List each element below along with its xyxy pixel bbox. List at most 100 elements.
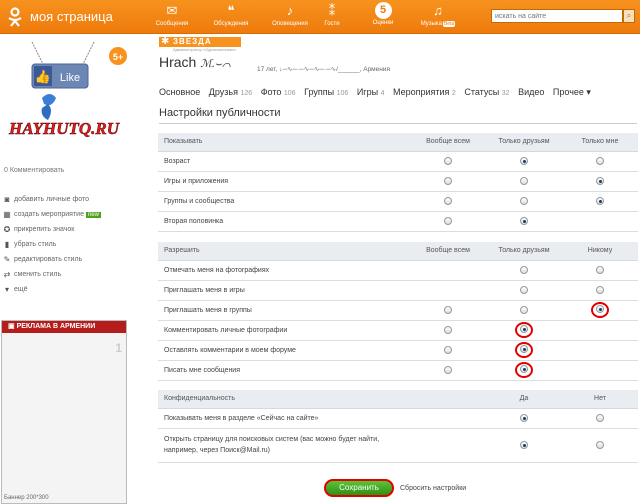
radio-option[interactable] xyxy=(444,366,452,374)
radio-cell xyxy=(562,300,638,321)
signature-icon: ℳ.⌣⌒ xyxy=(200,58,231,70)
radio-cell xyxy=(410,360,486,381)
radio-cell xyxy=(486,191,562,212)
column-header: Конфиденциальность xyxy=(158,390,410,409)
highlight-circle xyxy=(515,322,533,338)
radio-option[interactable] xyxy=(444,157,452,165)
table-row: Писать мне сообщения xyxy=(158,360,638,381)
discussion-icon: ❝ xyxy=(227,3,235,18)
table-row: Приглашать меня в игры xyxy=(158,280,638,301)
radio-option[interactable] xyxy=(596,441,604,449)
svg-text:HAYHUTQ.RU: HAYHUTQ.RU xyxy=(8,119,120,138)
radio-cell xyxy=(562,340,638,361)
radio-selected[interactable] xyxy=(520,441,528,449)
table-row: Оставлять комментарии в моем форуме xyxy=(158,340,638,361)
sidebar-item-edit-style[interactable]: ✎ редактировать стиль xyxy=(2,252,128,267)
allow-settings-table: Разрешить Вообще всем Только друзьям Никому… xyxy=(158,242,638,381)
column-header xyxy=(410,390,486,409)
radio-option[interactable] xyxy=(520,177,528,185)
tab-more[interactable]: Прочее ▾ xyxy=(553,87,591,97)
radio-cell xyxy=(410,260,486,281)
table-row: Показывать меня в разделе «Сейчас на сай… xyxy=(158,408,638,429)
nav-notifications[interactable]: ♪ Оповещения xyxy=(268,2,312,27)
radio-option[interactable] xyxy=(444,326,452,334)
odnoklassniki-logo-icon[interactable] xyxy=(6,7,24,27)
tab-photos[interactable]: Фото 106 xyxy=(261,87,296,97)
table-row: Отмечать меня на фотографиях xyxy=(158,260,638,281)
radio-cell xyxy=(410,171,486,192)
search-input[interactable] xyxy=(491,9,623,23)
tab-groups[interactable]: Группы 106 xyxy=(304,87,348,97)
reset-settings-link[interactable]: Сбросить настройки xyxy=(400,485,466,492)
radio-option[interactable] xyxy=(444,306,452,314)
tab-video[interactable]: Видео xyxy=(518,87,544,97)
radio-option[interactable] xyxy=(596,414,604,422)
radio-selected[interactable] xyxy=(596,305,604,314)
tab-friends[interactable]: Друзья 126 xyxy=(209,87,252,97)
beta-badge: Beta xyxy=(442,21,456,27)
nav-discussions[interactable]: ❝ Обсуждения xyxy=(209,2,253,27)
radio-selected[interactable] xyxy=(520,414,528,422)
table-row: Группы и сообщества xyxy=(158,191,638,212)
tab-events[interactable]: Мероприятия 2 xyxy=(393,87,456,97)
avatar[interactable]: 👍 Like 5+ HAYHUTQ.RU xyxy=(2,38,128,158)
top-bar: моя страница ✉ Сообщения ❝ Обсуждения ♪ … xyxy=(0,0,640,34)
tab-statuses[interactable]: Статусы 32 xyxy=(464,87,509,97)
table-row: Игры и приложения xyxy=(158,171,638,192)
table-header-row: Конфиденциальность Да Нет xyxy=(158,390,638,409)
table-row: Приглашать меня в группы xyxy=(158,300,638,321)
table-row: Открыть страницу для поисковых систем (в… xyxy=(158,428,638,463)
sidebar-item-attach-badge[interactable]: ✪ прикрепить значок xyxy=(2,222,128,237)
sidebar-item-more[interactable]: ▾ ещё xyxy=(2,282,128,297)
save-button[interactable]: Сохранить xyxy=(324,479,394,497)
radio-option[interactable] xyxy=(444,346,452,354)
radio-selected[interactable] xyxy=(596,177,604,185)
radio-selected[interactable] xyxy=(520,217,528,225)
radio-selected[interactable] xyxy=(596,197,604,205)
sidebar-item-create-event[interactable]: ▦ создать мероприятие new xyxy=(2,207,128,222)
radio-cell xyxy=(562,280,638,301)
profile-info: 17 лет, ↓─∿─·─∿─∿─·─∿/______, Армения xyxy=(257,66,390,73)
search-button[interactable]: ⌕ xyxy=(623,9,635,23)
sidebar-item-add-photos[interactable]: ◙ добавить личные фото xyxy=(2,192,128,207)
radio-selected[interactable] xyxy=(520,365,528,374)
tab-main[interactable]: Основное xyxy=(159,87,200,97)
nav-music[interactable]: ♫ Музыка Beta xyxy=(412,2,464,27)
nav-ratings[interactable]: 5 Оценки xyxy=(361,2,405,26)
nav-guests[interactable]: ⁑ Гости xyxy=(310,2,354,27)
column-header: Только мне xyxy=(562,133,638,152)
column-header: Только друзьям xyxy=(486,133,562,152)
radio-cell xyxy=(562,360,638,381)
main-content: ЗВЕЗДА Администратор «Одноклассники» ✱ H… xyxy=(158,36,638,504)
privacy-settings-table: Конфиденциальность Да Нет Показывать меня в… xyxy=(158,390,638,463)
radio-option[interactable] xyxy=(520,197,528,205)
sidebar-item-remove-style[interactable]: ▮ убрать стиль xyxy=(2,237,128,252)
site-name-link[interactable]: моя страница xyxy=(30,9,113,24)
nav-label: Гости xyxy=(324,21,340,27)
row-label: Отмечать меня на фотографиях xyxy=(158,260,410,281)
sidebar-item-change-style[interactable]: ⇄ сменить стиль xyxy=(2,267,128,282)
row-label: Возраст xyxy=(158,151,410,172)
radio-option[interactable] xyxy=(520,266,528,274)
radio-option[interactable] xyxy=(520,306,528,314)
comment-link[interactable]: 0 Комментировать xyxy=(4,167,64,174)
radio-option[interactable] xyxy=(444,217,452,225)
ad-number: 1 xyxy=(115,341,122,355)
radio-selected[interactable] xyxy=(520,345,528,354)
radio-option[interactable] xyxy=(596,157,604,165)
radio-option[interactable] xyxy=(444,197,452,205)
radio-option[interactable] xyxy=(520,286,528,294)
row-label: Комментировать личные фотографии xyxy=(158,320,410,341)
highlight-circle xyxy=(591,302,609,318)
star-badge[interactable]: ЗВЕЗДА Администратор «Одноклассники» ✱ xyxy=(159,36,241,52)
radio-cell xyxy=(410,151,486,172)
radio-selected[interactable] xyxy=(520,157,528,165)
radio-cell xyxy=(410,428,486,463)
radio-option[interactable] xyxy=(596,266,604,274)
radio-option[interactable] xyxy=(596,286,604,294)
ad-box[interactable]: ▣ РЕКЛАМА В АРМЕНИИ 1 Баннер 200*300 xyxy=(1,320,127,504)
radio-option[interactable] xyxy=(444,177,452,185)
radio-selected[interactable] xyxy=(520,325,528,334)
nav-messages[interactable]: ✉ Сообщения xyxy=(150,2,194,27)
tab-games[interactable]: Игры 4 xyxy=(357,87,385,97)
